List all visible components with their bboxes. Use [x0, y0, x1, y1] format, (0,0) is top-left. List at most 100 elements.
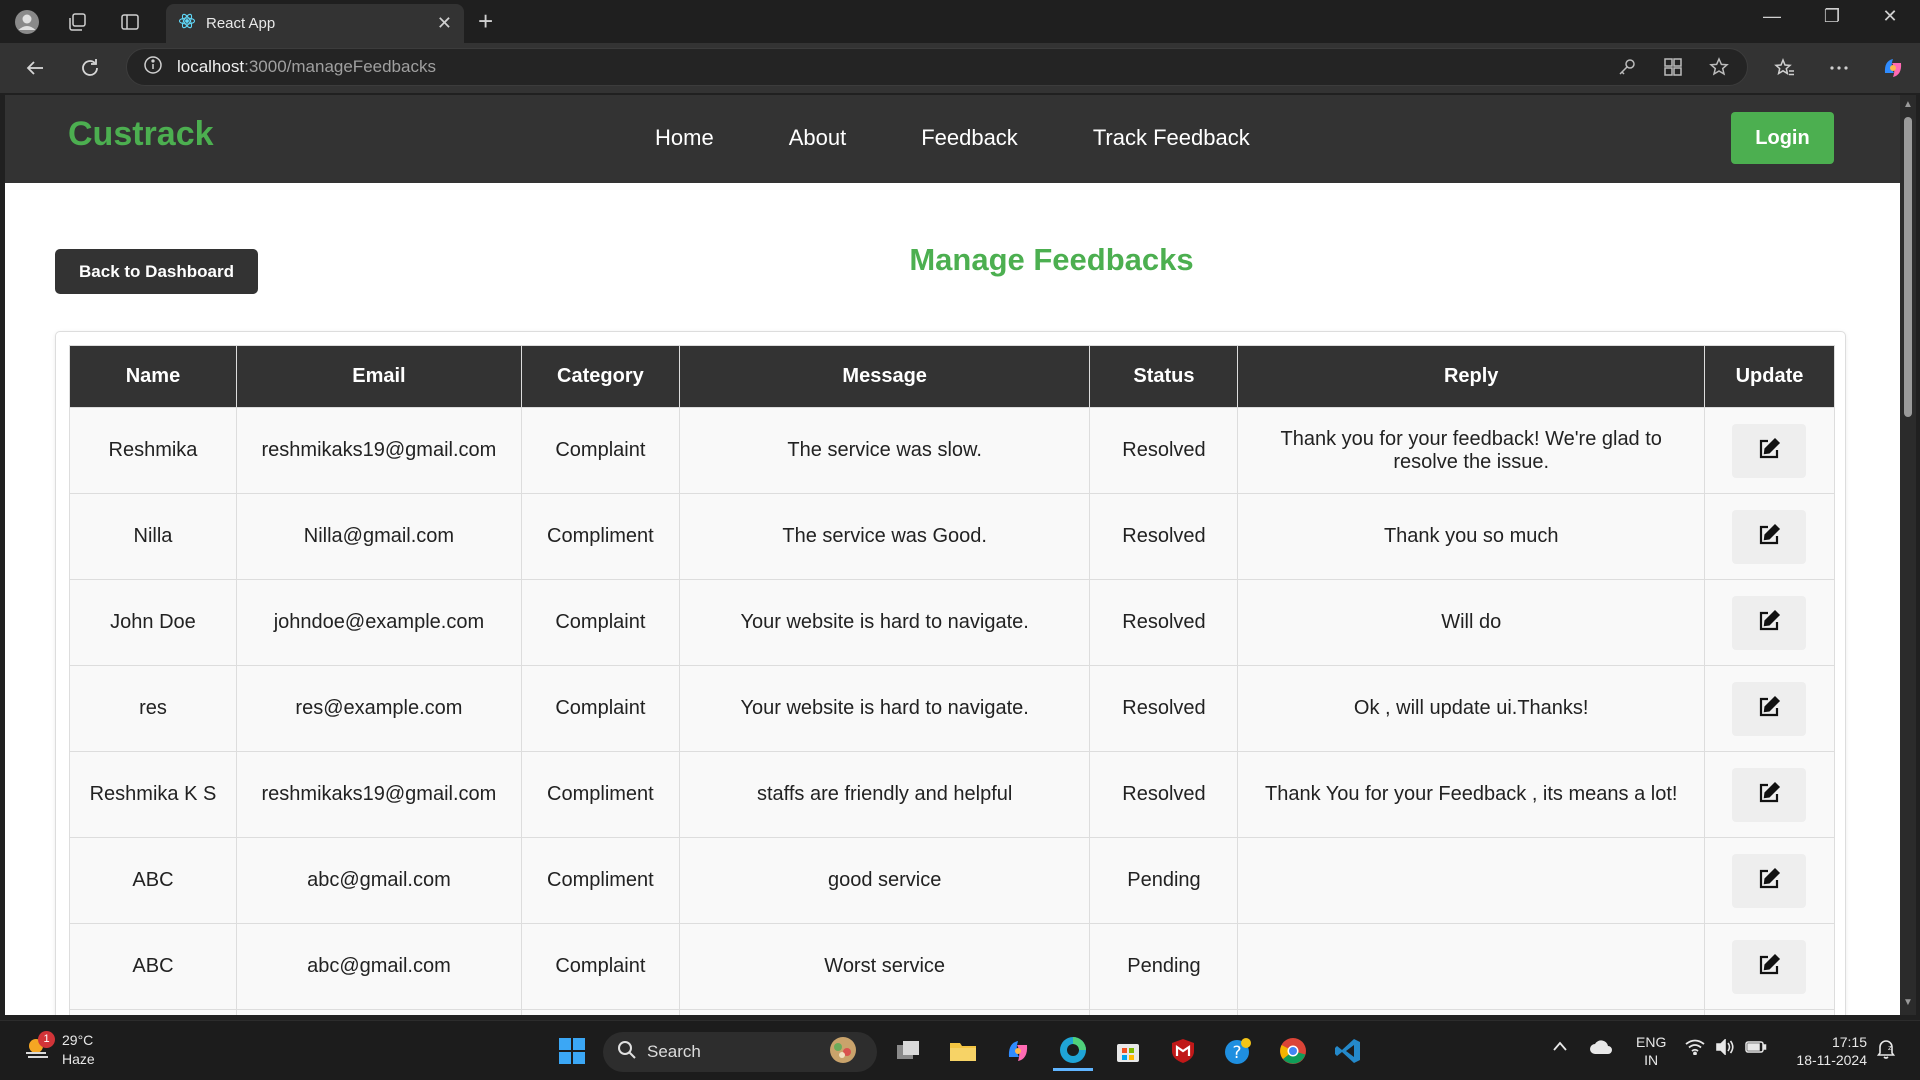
- url-path: :3000/manageFeedbacks: [244, 57, 436, 76]
- close-window-icon[interactable]: ✕: [1870, 6, 1910, 27]
- edit-button[interactable]: [1732, 681, 1807, 736]
- page-scrollbar[interactable]: ▲ ▼: [1900, 95, 1916, 1015]
- cell-message: The service was slow.: [678, 407, 1091, 494]
- wifi-icon: [1685, 1039, 1705, 1058]
- site-info-icon[interactable]: [143, 55, 163, 80]
- cell-reply: [1237, 837, 1705, 924]
- hidden-icons-chevron-icon[interactable]: [1552, 1039, 1568, 1055]
- scroll-down-icon[interactable]: ▼: [1903, 997, 1913, 1008]
- url-host: localhost: [177, 57, 245, 76]
- table-row: Nilla Nilla@gmail.com Compliment The ser…: [69, 493, 1836, 580]
- nav-track-feedback[interactable]: Track Feedback: [1093, 125, 1250, 151]
- nav-home[interactable]: Home: [655, 125, 714, 151]
- clock[interactable]: 17:15 18-11-2024: [1785, 1033, 1867, 1069]
- cell-status: Resolved: [1089, 665, 1239, 752]
- page-viewport: Custrack Home About Feedback Track Feedb…: [5, 95, 1900, 1015]
- cell-email: reshmikaks19@gmail.com: [235, 751, 522, 838]
- page-title: Manage Feedbacks: [909, 242, 1194, 277]
- more-options-icon[interactable]: [1824, 53, 1854, 83]
- header-name: Name: [69, 345, 237, 408]
- header-email: Email: [235, 345, 522, 408]
- scroll-up-icon[interactable]: ▲: [1903, 99, 1913, 110]
- reload-icon[interactable]: [75, 53, 105, 83]
- edit-button[interactable]: [1732, 767, 1807, 822]
- table-row: Reshmika reshmikaks19@gmail.com Complain…: [69, 407, 1836, 494]
- key-icon[interactable]: [1617, 57, 1637, 82]
- header-message: Message: [678, 345, 1091, 408]
- browser-tab-active[interactable]: React App ✕: [166, 4, 464, 43]
- notification-bell-icon[interactable]: z: [1876, 1039, 1896, 1062]
- cell-message: Worst service: [678, 923, 1091, 1010]
- scroll-thumb[interactable]: [1904, 117, 1912, 417]
- weather-temp: 29°C: [62, 1032, 94, 1048]
- cell-empty: [69, 1009, 237, 1015]
- react-icon: [178, 12, 196, 35]
- close-tab-icon[interactable]: ✕: [437, 13, 452, 34]
- star-icon[interactable]: [1709, 57, 1729, 82]
- weather-desc: Haze: [62, 1051, 95, 1067]
- onedrive-icon[interactable]: [1589, 1039, 1613, 1058]
- back-arrow-icon[interactable]: [20, 53, 50, 83]
- vscode-icon[interactable]: [1328, 1031, 1368, 1071]
- restore-icon[interactable]: ❐: [1812, 6, 1852, 27]
- edge-browser-icon[interactable]: [1053, 1031, 1093, 1071]
- table-row: Reshmika K S reshmikaks19@gmail.com Comp…: [69, 751, 1836, 838]
- cell-message: Your website is hard to navigate.: [678, 579, 1091, 666]
- new-tab-icon[interactable]: +: [478, 6, 493, 37]
- login-button[interactable]: Login: [1731, 112, 1834, 164]
- cell-empty: [520, 1009, 680, 1015]
- table-header-row: Name Email Category Message Status Reply…: [69, 345, 1836, 408]
- cell-status: Pending: [1089, 837, 1239, 924]
- weather-haze-icon: 1: [22, 1030, 55, 1068]
- workspaces-icon[interactable]: [63, 8, 91, 36]
- windows-start-icon[interactable]: [552, 1031, 592, 1071]
- copilot-app-icon[interactable]: [998, 1031, 1038, 1071]
- cell-empty: [235, 1009, 522, 1015]
- edit-button[interactable]: [1732, 423, 1807, 478]
- edit-button[interactable]: [1732, 939, 1807, 994]
- cell-category: Compliment: [520, 751, 680, 838]
- help-app-icon[interactable]: ?: [1218, 1031, 1258, 1071]
- microsoft-store-icon[interactable]: [1108, 1031, 1148, 1071]
- chrome-icon[interactable]: [1273, 1031, 1313, 1071]
- nav-links: Home About Feedback Track Feedback: [655, 125, 1325, 151]
- cell-status: Resolved: [1089, 407, 1239, 494]
- svg-text:z: z: [1888, 1044, 1892, 1052]
- nav-about[interactable]: About: [789, 125, 847, 151]
- file-explorer-icon[interactable]: [943, 1031, 983, 1071]
- cell-name: Reshmika K S: [69, 751, 237, 838]
- edit-button[interactable]: [1732, 853, 1807, 908]
- task-view-icon[interactable]: [888, 1031, 928, 1071]
- cell-update: [1703, 751, 1836, 838]
- clock-time: 17:15: [1831, 1034, 1867, 1050]
- tab-actions-icon[interactable]: [116, 8, 144, 36]
- cell-category: Complaint: [520, 407, 680, 494]
- cell-name: Reshmika: [69, 407, 237, 494]
- header-update: Update: [1703, 345, 1836, 408]
- cell-reply: Thank You for your Feedback , its means …: [1237, 751, 1705, 838]
- cell-name: res: [69, 665, 237, 752]
- table-row-partial: [69, 1009, 1836, 1015]
- brand-logo[interactable]: Custrack: [68, 115, 214, 154]
- language-indicator[interactable]: ENG IN: [1636, 1033, 1666, 1069]
- system-tray-status[interactable]: [1685, 1038, 1767, 1058]
- edit-button[interactable]: [1732, 509, 1807, 564]
- favorites-icon[interactable]: [1770, 53, 1800, 83]
- weather-widget[interactable]: 1 29°C Haze: [22, 1030, 95, 1069]
- nav-feedback[interactable]: Feedback: [921, 125, 1018, 151]
- cell-email: abc@gmail.com: [235, 837, 522, 924]
- windows-taskbar: 1 29°C Haze Search ? ENG IN 17:15 18-11-…: [0, 1020, 1920, 1080]
- address-bar[interactable]: localhost:3000/manageFeedbacks: [126, 48, 1748, 86]
- mcafee-icon[interactable]: [1163, 1031, 1203, 1071]
- cell-empty: [1089, 1009, 1239, 1015]
- cell-name: ABC: [69, 923, 237, 1010]
- edit-button[interactable]: [1732, 595, 1807, 650]
- minimize-icon[interactable]: —: [1752, 6, 1792, 27]
- cell-email: res@example.com: [235, 665, 522, 752]
- cell-update: [1703, 407, 1836, 494]
- apps-icon[interactable]: [1663, 57, 1683, 82]
- copilot-icon[interactable]: [1878, 53, 1908, 83]
- feedback-table-card: Name Email Category Message Status Reply…: [55, 331, 1846, 1015]
- profile-icon[interactable]: [13, 8, 41, 36]
- taskbar-search[interactable]: Search: [603, 1032, 877, 1072]
